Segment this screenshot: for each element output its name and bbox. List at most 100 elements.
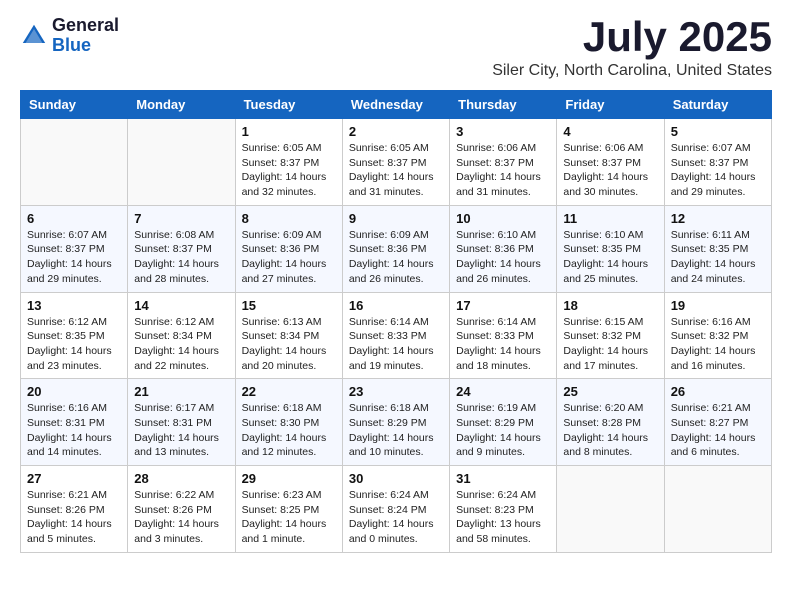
calendar-cell: 22 Sunrise: 6:18 AMSunset: 8:30 PMDayligh…: [235, 379, 342, 466]
sunset-text: Sunset: 8:37 PM: [134, 242, 228, 257]
daylight-text: Daylight: 14 hours and 32 minutes.: [242, 170, 336, 199]
sunset-text: Sunset: 8:37 PM: [456, 156, 550, 171]
day-number: 2: [349, 124, 443, 139]
logo-text: General Blue: [52, 16, 119, 56]
sunset-text: Sunset: 8:37 PM: [349, 156, 443, 171]
sunset-text: Sunset: 8:29 PM: [456, 416, 550, 431]
day-number: 14: [134, 298, 228, 313]
day-info: Sunrise: 6:06 AMSunset: 8:37 PMDaylight:…: [456, 141, 550, 200]
weekday-header-saturday: Saturday: [664, 91, 771, 119]
daylight-text: Daylight: 14 hours and 23 minutes.: [27, 344, 121, 373]
day-number: 18: [563, 298, 657, 313]
day-number: 24: [456, 384, 550, 399]
sunset-text: Sunset: 8:24 PM: [349, 503, 443, 518]
calendar-cell: 26Sunrise: 6:21 AMSunset: 8:27 PMDayligh…: [664, 379, 771, 466]
daylight-text: Daylight: 14 hours and 13 minutes.: [134, 431, 228, 460]
day-info: Sunrise: 6:14 AMSunset: 8:33 PMDaylight:…: [456, 315, 550, 374]
day-info: Sunrise: 6:18 AMSunset: 8:30 PMDaylight:…: [242, 401, 336, 460]
calendar-cell: 16Sunrise: 6:14 AMSunset: 8:33 PMDayligh…: [342, 292, 449, 379]
daylight-text: Daylight: 14 hours and 17 minutes.: [563, 344, 657, 373]
sunrise-text: Sunrise: 6:18 AM: [349, 401, 443, 416]
sunrise-text: Sunrise: 6:05 AM: [349, 141, 443, 156]
day-info: Sunrise: 6:09 AMSunset: 8:36 PMDaylight:…: [349, 228, 443, 287]
calendar-cell: 10Sunrise: 6:10 AMSunset: 8:36 PMDayligh…: [450, 205, 557, 292]
daylight-text: Daylight: 14 hours and 20 minutes.: [242, 344, 336, 373]
sunrise-text: Sunrise: 6:05 AM: [242, 141, 336, 156]
sunset-text: Sunset: 8:34 PM: [134, 329, 228, 344]
sunrise-text: Sunrise: 6:23 AM: [242, 488, 336, 503]
calendar-cell: 24Sunrise: 6:19 AMSunset: 8:29 PMDayligh…: [450, 379, 557, 466]
daylight-text: Daylight: 13 hours and 58 minutes.: [456, 517, 550, 546]
day-info: Sunrise: 6:20 AMSunset: 8:28 PMDaylight:…: [563, 401, 657, 460]
page-header: General Blue July 2025 Siler City, North…: [20, 16, 772, 80]
sunrise-text: Sunrise: 6:15 AM: [563, 315, 657, 330]
sunset-text: Sunset: 8:35 PM: [671, 242, 765, 257]
day-number: 26: [671, 384, 765, 399]
month-title: July 2025: [492, 16, 772, 58]
sunset-text: Sunset: 8:35 PM: [563, 242, 657, 257]
sunrise-text: Sunrise: 6:10 AM: [563, 228, 657, 243]
weekday-header-monday: Monday: [128, 91, 235, 119]
logo-icon: [20, 22, 48, 50]
weekday-header-friday: Friday: [557, 91, 664, 119]
day-number: 23: [349, 384, 443, 399]
daylight-text: Daylight: 14 hours and 30 minutes.: [563, 170, 657, 199]
calendar-cell: 25Sunrise: 6:20 AMSunset: 8:28 PMDayligh…: [557, 379, 664, 466]
day-number: 16: [349, 298, 443, 313]
day-number: 22: [242, 384, 336, 399]
sunrise-text: Sunrise: 6:09 AM: [242, 228, 336, 243]
sunset-text: Sunset: 8:26 PM: [134, 503, 228, 518]
sunrise-text: Sunrise: 6:09 AM: [349, 228, 443, 243]
calendar-cell: 13Sunrise: 6:12 AMSunset: 8:35 PMDayligh…: [21, 292, 128, 379]
day-info: Sunrise: 6:22 AMSunset: 8:26 PMDaylight:…: [134, 488, 228, 547]
sunrise-text: Sunrise: 6:14 AM: [349, 315, 443, 330]
day-number: 19: [671, 298, 765, 313]
calendar-cell: 6Sunrise: 6:07 AMSunset: 8:37 PMDaylight…: [21, 205, 128, 292]
sunrise-text: Sunrise: 6:17 AM: [134, 401, 228, 416]
calendar-cell: 23 Sunrise: 6:18 AMSunset: 8:29 PMDayligh…: [342, 379, 449, 466]
location-text: Siler City, North Carolina, United State…: [492, 62, 772, 80]
calendar-cell: 11Sunrise: 6:10 AMSunset: 8:35 PMDayligh…: [557, 205, 664, 292]
calendar-cell: 21Sunrise: 6:17 AMSunset: 8:31 PMDayligh…: [128, 379, 235, 466]
sunrise-text: Sunrise: 6:07 AM: [671, 141, 765, 156]
sunrise-text: Sunrise: 6:06 AM: [456, 141, 550, 156]
calendar-cell: 12Sunrise: 6:11 AMSunset: 8:35 PMDayligh…: [664, 205, 771, 292]
sunset-text: Sunset: 8:37 PM: [671, 156, 765, 171]
sunset-text: Sunset: 8:29 PM: [349, 416, 443, 431]
calendar-cell: [21, 119, 128, 206]
daylight-text: Daylight: 14 hours and 12 minutes.: [242, 431, 336, 460]
calendar-cell: 29Sunrise: 6:23 AMSunset: 8:25 PMDayligh…: [235, 466, 342, 553]
day-info: Sunrise: 6:07 AMSunset: 8:37 PMDaylight:…: [671, 141, 765, 200]
day-info: Sunrise: 6:10 AMSunset: 8:35 PMDaylight:…: [563, 228, 657, 287]
title-block: July 2025 Siler City, North Carolina, Un…: [492, 16, 772, 80]
daylight-text: Daylight: 14 hours and 18 minutes.: [456, 344, 550, 373]
sunrise-text: Sunrise: 6:18 AM: [242, 401, 336, 416]
calendar-week-4: 20Sunrise: 6:16 AMSunset: 8:31 PMDayligh…: [21, 379, 772, 466]
sunrise-text: Sunrise: 6:12 AM: [27, 315, 121, 330]
day-info: Sunrise: 6:12 AMSunset: 8:34 PMDaylight:…: [134, 315, 228, 374]
day-info: Sunrise: 6:08 AMSunset: 8:37 PMDaylight:…: [134, 228, 228, 287]
day-number: 20: [27, 384, 121, 399]
day-info: Sunrise: 6:17 AMSunset: 8:31 PMDaylight:…: [134, 401, 228, 460]
sunrise-text: Sunrise: 6:06 AM: [563, 141, 657, 156]
daylight-text: Daylight: 14 hours and 10 minutes.: [349, 431, 443, 460]
weekday-row: SundayMondayTuesdayWednesdayThursdayFrid…: [21, 91, 772, 119]
day-number: 1: [242, 124, 336, 139]
daylight-text: Daylight: 14 hours and 22 minutes.: [134, 344, 228, 373]
calendar-week-1: 1Sunrise: 6:05 AMSunset: 8:37 PMDaylight…: [21, 119, 772, 206]
day-number: 5: [671, 124, 765, 139]
daylight-text: Daylight: 14 hours and 6 minutes.: [671, 431, 765, 460]
sunrise-text: Sunrise: 6:24 AM: [456, 488, 550, 503]
day-number: 10: [456, 211, 550, 226]
sunset-text: Sunset: 8:34 PM: [242, 329, 336, 344]
calendar-cell: 17 Sunrise: 6:14 AMSunset: 8:33 PMDayligh…: [450, 292, 557, 379]
day-number: 31: [456, 471, 550, 486]
weekday-header-sunday: Sunday: [21, 91, 128, 119]
calendar-cell: 18Sunrise: 6:15 AMSunset: 8:32 PMDayligh…: [557, 292, 664, 379]
calendar-cell: 28Sunrise: 6:22 AMSunset: 8:26 PMDayligh…: [128, 466, 235, 553]
day-number: 17: [456, 298, 550, 313]
logo-general-text: General: [52, 16, 119, 36]
day-number: 29: [242, 471, 336, 486]
calendar-cell: 2Sunrise: 6:05 AMSunset: 8:37 PMDaylight…: [342, 119, 449, 206]
day-number: 9: [349, 211, 443, 226]
